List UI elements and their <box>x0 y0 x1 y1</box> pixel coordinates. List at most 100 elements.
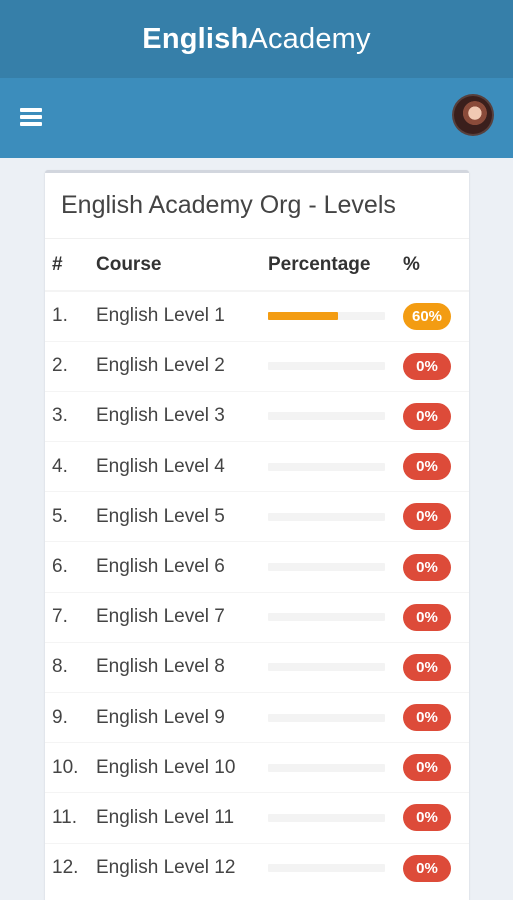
progress-cell <box>268 842 403 894</box>
column-header-percent: % <box>403 239 469 292</box>
table-row[interactable]: 12. English Level 12 0% <box>45 842 469 894</box>
row-number: 6. <box>45 541 96 593</box>
row-number: 1. <box>45 290 96 342</box>
progress-cell <box>268 491 403 542</box>
progress-track <box>268 713 385 722</box>
column-header-number: # <box>45 239 96 292</box>
percent-cell: 0% <box>403 792 469 844</box>
table-row[interactable]: 3. English Level 3 0% <box>45 390 469 442</box>
progress-cell <box>268 390 403 442</box>
logo-light-text: Academy <box>248 22 371 55</box>
percent-badge: 60% <box>403 302 451 330</box>
table-row[interactable]: 11. English Level 11 0% <box>45 792 469 844</box>
progress-track <box>268 462 385 471</box>
table-row[interactable]: 5. English Level 5 0% <box>45 491 469 542</box>
progress-cell <box>268 290 403 342</box>
row-number: 4. <box>45 441 96 492</box>
course-name[interactable]: English Level 8 <box>96 641 268 693</box>
row-number: 7. <box>45 591 96 643</box>
percent-badge: 0% <box>403 352 451 380</box>
percent-badge: 0% <box>403 453 451 481</box>
percent-cell: 0% <box>403 541 469 593</box>
percent-cell: 0% <box>403 491 469 542</box>
table-row[interactable]: 6. English Level 6 0% <box>45 541 469 593</box>
row-number: 5. <box>45 491 96 542</box>
progress-cell <box>268 641 403 693</box>
progress-track <box>268 412 385 421</box>
course-name[interactable]: English Level 6 <box>96 541 268 593</box>
progress-track <box>268 864 385 873</box>
row-number: 11. <box>45 792 96 844</box>
progress-track <box>268 613 385 622</box>
table-row[interactable]: 7. English Level 7 0% <box>45 591 469 643</box>
progress-cell <box>268 541 403 593</box>
table-row[interactable]: 1. English Level 1 60% <box>45 290 469 342</box>
percent-badge: 0% <box>403 854 451 882</box>
levels-box: English Academy Org - Levels # Course Pe… <box>45 170 469 900</box>
row-number: 12. <box>45 842 96 894</box>
course-name[interactable]: English Level 11 <box>96 792 268 844</box>
percent-cell: 0% <box>403 441 469 492</box>
progress-track <box>268 563 385 572</box>
progress-cell <box>268 691 403 743</box>
percent-cell: 0% <box>403 340 469 392</box>
table-row[interactable]: 10. English Level 10 0% <box>45 742 469 793</box>
logo-bold-text: English <box>142 22 249 55</box>
table-row[interactable]: 8. English Level 8 0% <box>45 641 469 693</box>
row-number: 3. <box>45 390 96 442</box>
progress-bar <box>268 312 339 321</box>
hamburger-icon[interactable] <box>20 108 42 126</box>
percent-cell: 60% <box>403 290 469 342</box>
progress-track <box>268 312 385 321</box>
row-number: 10. <box>45 742 96 793</box>
box-title: English Academy Org - Levels <box>45 173 469 239</box>
table-header-row: # Course Percentage % <box>45 239 469 292</box>
column-header-course: Course <box>96 239 268 292</box>
column-header-percentage: Percentage <box>268 239 403 292</box>
percent-badge: 0% <box>403 402 451 430</box>
course-name[interactable]: English Level 3 <box>96 390 268 442</box>
course-name[interactable]: English Level 7 <box>96 591 268 643</box>
progress-cell <box>268 742 403 793</box>
course-name[interactable]: English Level 9 <box>96 691 268 743</box>
app-logo[interactable]: EnglishAcademy <box>142 23 370 56</box>
progress-track <box>268 362 385 371</box>
progress-cell <box>268 792 403 844</box>
progress-cell <box>268 591 403 643</box>
progress-cell <box>268 441 403 492</box>
table-row[interactable]: 9. English Level 9 0% <box>45 691 469 743</box>
course-name[interactable]: English Level 5 <box>96 491 268 542</box>
table-row[interactable]: 4. English Level 4 0% <box>45 441 469 492</box>
user-avatar[interactable] <box>452 94 494 136</box>
percent-badge: 0% <box>403 704 451 732</box>
percent-cell: 0% <box>403 691 469 743</box>
row-number: 9. <box>45 691 96 743</box>
course-name[interactable]: English Level 10 <box>96 742 268 793</box>
progress-track <box>268 813 385 822</box>
percent-cell: 0% <box>403 842 469 894</box>
percent-badge: 0% <box>403 553 451 581</box>
percent-cell: 0% <box>403 742 469 793</box>
table-row[interactable]: 2. English Level 2 0% <box>45 340 469 392</box>
course-name[interactable]: English Level 2 <box>96 340 268 392</box>
percent-badge: 0% <box>403 653 451 681</box>
row-number: 2. <box>45 340 96 392</box>
progress-track <box>268 763 385 772</box>
course-name[interactable]: English Level 1 <box>96 290 268 342</box>
percent-cell: 0% <box>403 591 469 643</box>
percent-badge: 0% <box>403 603 451 631</box>
percent-cell: 0% <box>403 390 469 442</box>
course-name[interactable]: English Level 12 <box>96 842 268 894</box>
levels-table: # Course Percentage % 1. English Level 1 6… <box>45 239 469 894</box>
course-name[interactable]: English Level 4 <box>96 441 268 492</box>
progress-track <box>268 512 385 521</box>
percent-badge: 0% <box>403 804 451 832</box>
progress-track <box>268 663 385 672</box>
percent-cell: 0% <box>403 641 469 693</box>
row-number: 8. <box>45 641 96 693</box>
progress-cell <box>268 340 403 392</box>
app-header: EnglishAcademy <box>0 0 513 78</box>
percent-badge: 0% <box>403 754 451 782</box>
percent-badge: 0% <box>403 503 451 531</box>
navbar <box>0 78 513 158</box>
